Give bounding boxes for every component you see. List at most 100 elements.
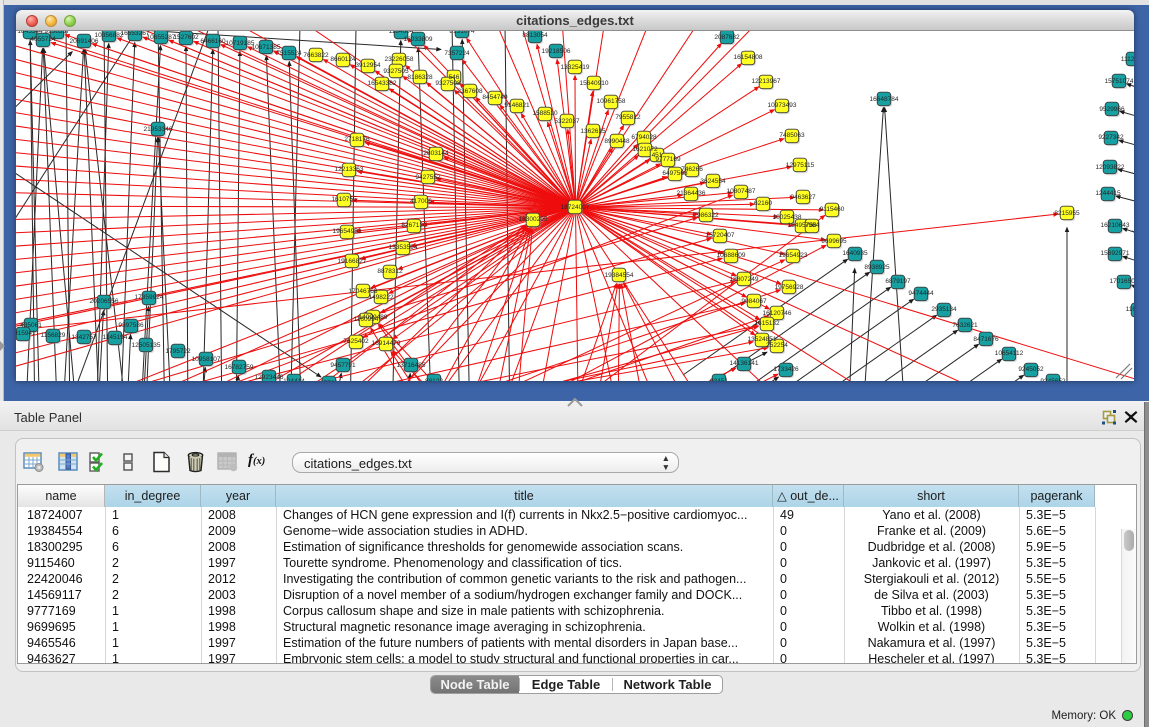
svg-text:2087682: 2087682 xyxy=(714,34,740,41)
svg-text:1184604: 1184604 xyxy=(389,31,414,35)
svg-text:9115460: 9115460 xyxy=(820,206,845,213)
svg-text:1615132: 1615132 xyxy=(754,320,780,327)
svg-text:21364436: 21364436 xyxy=(677,190,706,197)
svg-text:19166827: 19166827 xyxy=(338,258,367,265)
svg-text:2803144: 2803144 xyxy=(423,150,449,157)
svg-text:9529966: 9529966 xyxy=(1099,106,1125,113)
svg-text:8215955: 8215955 xyxy=(1054,210,1080,217)
svg-text:13325419: 13325419 xyxy=(561,64,590,71)
svg-text:16120746: 16120746 xyxy=(763,310,792,317)
svg-text:1733426: 1733426 xyxy=(773,366,799,373)
svg-text:6794028: 6794028 xyxy=(631,134,657,141)
svg-text:8938925: 8938925 xyxy=(864,264,890,271)
svg-text:18300295: 18300295 xyxy=(519,216,548,223)
svg-text:2367608: 2367608 xyxy=(457,88,483,95)
svg-text:10973493: 10973493 xyxy=(768,102,797,109)
svg-text:1362615: 1362615 xyxy=(580,128,606,135)
svg-text:9474444: 9474444 xyxy=(908,290,934,297)
svg-text:15692971: 15692971 xyxy=(1101,250,1130,257)
svg-text:12213363: 12213363 xyxy=(335,166,364,173)
svg-text:10688609: 10688609 xyxy=(717,252,746,259)
svg-text:1156829: 1156829 xyxy=(41,332,66,339)
svg-text:7515524: 7515524 xyxy=(276,50,302,57)
svg-text:252254: 252254 xyxy=(766,342,788,349)
svg-text:12093822: 12093822 xyxy=(1096,164,1125,171)
svg-text:10655287: 10655287 xyxy=(147,34,176,41)
svg-text:3912954: 3912954 xyxy=(355,62,381,69)
svg-text:9397586: 9397586 xyxy=(118,322,144,329)
svg-text:1588520: 1588520 xyxy=(532,110,558,117)
svg-text:12505135: 12505135 xyxy=(132,342,161,349)
svg-text:1167533: 1167533 xyxy=(1126,306,1134,313)
svg-text:7663822: 7663822 xyxy=(303,52,329,59)
svg-text:4055724: 4055724 xyxy=(30,36,56,43)
svg-text:20691406: 20691406 xyxy=(70,38,99,45)
svg-text:9427552: 9427552 xyxy=(415,174,441,181)
svg-text:19654983: 19654983 xyxy=(333,228,362,235)
svg-text:12923446: 12923446 xyxy=(255,374,284,381)
svg-text:9777169: 9777169 xyxy=(655,156,681,163)
svg-text:14136141: 14136141 xyxy=(730,360,759,367)
svg-text:18807249: 18807249 xyxy=(730,276,759,283)
svg-text:8990448: 8990448 xyxy=(604,138,630,145)
svg-text:12975115: 12975115 xyxy=(786,162,815,169)
svg-text:19756928: 19756928 xyxy=(775,284,804,291)
svg-text:16033809: 16033809 xyxy=(404,36,433,43)
svg-text:13353594: 13353594 xyxy=(389,244,418,251)
svg-text:8186328: 8186328 xyxy=(407,74,433,81)
svg-text:9084067: 9084067 xyxy=(741,298,767,305)
svg-text:20206556: 20206556 xyxy=(90,298,119,305)
svg-text:7357224: 7357224 xyxy=(444,50,470,57)
svg-text:8131074: 8131074 xyxy=(449,31,475,35)
svg-text:1342757: 1342757 xyxy=(71,334,97,341)
svg-text:1527602: 1527602 xyxy=(173,34,199,41)
svg-text:5322037: 5322037 xyxy=(554,118,580,125)
svg-text:1845544: 1845544 xyxy=(17,31,43,35)
svg-text:9699695: 9699695 xyxy=(821,238,847,245)
svg-text:23226058: 23226058 xyxy=(385,56,414,63)
svg-text:8660124: 8660124 xyxy=(330,56,356,63)
svg-text:9245052: 9245052 xyxy=(1018,366,1044,373)
svg-text:93451: 93451 xyxy=(710,378,728,381)
svg-text:16648784: 16648784 xyxy=(870,96,899,103)
svg-text:7632621: 7632621 xyxy=(952,322,978,329)
svg-text:435061: 435061 xyxy=(20,322,42,329)
svg-text:1610755: 1610755 xyxy=(331,196,357,203)
svg-text:16210643: 16210643 xyxy=(1101,222,1130,229)
svg-text:8813054: 8813054 xyxy=(522,32,548,39)
svg-text:7986322: 7986322 xyxy=(693,212,719,219)
svg-text:15640910: 15640910 xyxy=(580,80,609,87)
svg-text:1640935: 1640935 xyxy=(842,250,868,257)
svg-text:9227342: 9227342 xyxy=(1098,134,1124,141)
svg-text:62160: 62160 xyxy=(754,200,772,207)
svg-text:9327505: 9327505 xyxy=(383,68,409,75)
svg-text:12213967: 12213967 xyxy=(752,78,781,85)
svg-text:2718176: 2718176 xyxy=(344,136,370,143)
svg-text:8267130: 8267130 xyxy=(401,222,427,229)
svg-text:16553267: 16553267 xyxy=(121,31,150,37)
svg-text:124414: 124414 xyxy=(283,378,305,381)
svg-text:7485063: 7485063 xyxy=(779,132,805,139)
svg-text:16154808: 16154808 xyxy=(734,54,763,61)
svg-text:1244415: 1244415 xyxy=(1095,190,1121,197)
svg-text:9245652: 9245652 xyxy=(1040,378,1066,381)
svg-text:16782759: 16782759 xyxy=(225,364,254,371)
svg-text:19654923: 19654923 xyxy=(779,252,808,259)
svg-text:7964: 7964 xyxy=(805,222,820,229)
svg-text:10025438: 10025438 xyxy=(773,214,802,221)
svg-text:13716485: 13716485 xyxy=(397,362,426,369)
svg-text:9327508: 9327508 xyxy=(435,80,461,87)
svg-text:18724007: 18724007 xyxy=(561,204,590,211)
svg-text:10961758: 10961758 xyxy=(597,98,626,105)
svg-text:15751074: 15751074 xyxy=(1105,78,1134,85)
svg-text:6879197: 6879197 xyxy=(885,278,911,285)
svg-text:6466160: 6466160 xyxy=(200,38,226,45)
svg-text:8471676: 8471676 xyxy=(973,336,999,343)
svg-text:7955812: 7955812 xyxy=(615,114,641,121)
svg-text:15720407: 15720407 xyxy=(706,232,735,239)
svg-text:3624554: 3624554 xyxy=(700,178,726,185)
svg-text:16914479: 16914479 xyxy=(372,340,401,347)
svg-text:8878312: 8878312 xyxy=(377,268,403,275)
svg-text:1498222: 1498222 xyxy=(368,294,394,301)
svg-text:16543382: 16543382 xyxy=(368,80,397,87)
